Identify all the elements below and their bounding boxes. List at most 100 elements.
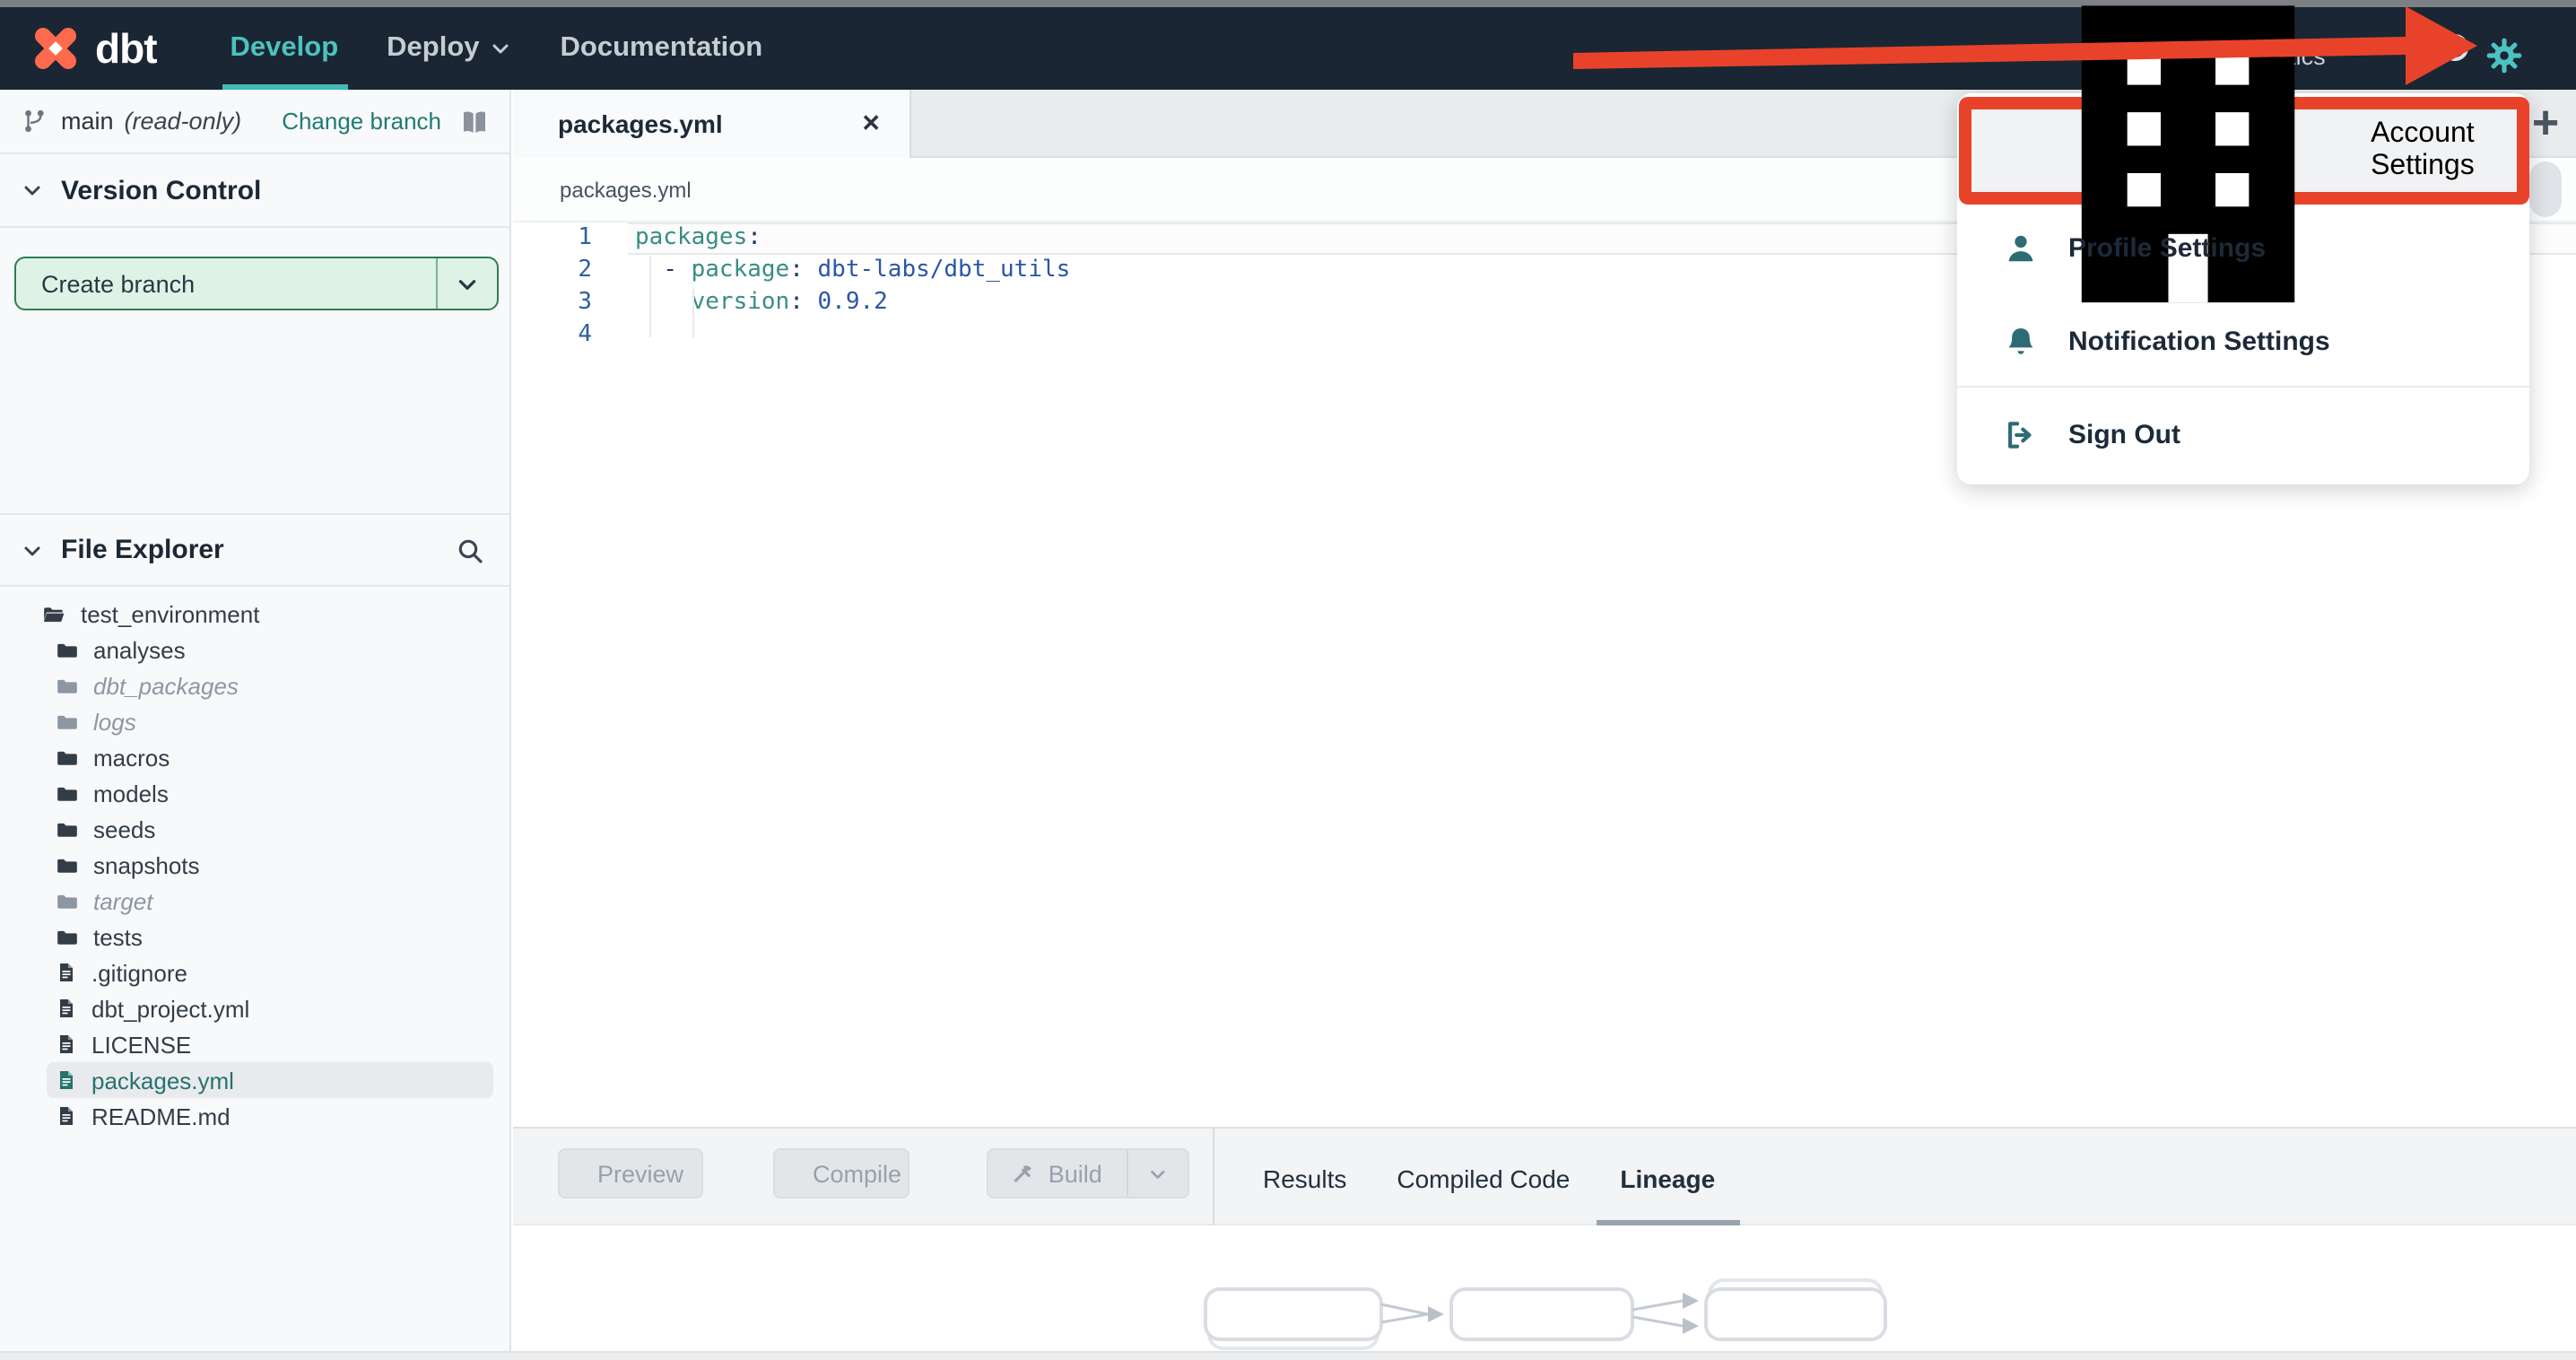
tree-item-label: README.md (91, 1103, 231, 1129)
branch-name: main (61, 108, 114, 135)
version-control-header[interactable]: Version Control (0, 154, 511, 228)
folder-icon (56, 781, 79, 805)
dbt-wordmark: dbt (95, 24, 158, 71)
change-branch-link[interactable]: Change branch (282, 108, 441, 135)
hammer-icon (1012, 1160, 1034, 1187)
dbt-cloud-ide: dbt DevelopDeployDocumentation dbt Labs … (0, 0, 2576, 1360)
git-branch-icon (22, 108, 48, 135)
chevron-down-icon (22, 539, 43, 561)
tree-item-target[interactable]: target (0, 883, 511, 919)
branch-bar: main (read-only) Change branch (0, 90, 511, 154)
create-branch-button[interactable]: Create branch (14, 257, 499, 310)
tree-item-label: logs (93, 708, 136, 735)
nav-item-label: Deploy (387, 32, 480, 63)
code-text: version: 0.9.2 (691, 289, 888, 316)
person-icon (2004, 231, 2038, 265)
line-number: 3 (578, 289, 592, 316)
tree-item-tests[interactable]: tests (0, 919, 511, 955)
bell-icon (2004, 324, 2038, 358)
folder-icon (56, 638, 79, 661)
chevron-down-icon[interactable] (1149, 1162, 1169, 1185)
compile-label: Compile (813, 1160, 902, 1187)
file-icon (56, 960, 77, 985)
line-number: 1 (578, 224, 592, 251)
indent-guide (692, 289, 694, 337)
active-nav-underline (222, 83, 348, 90)
menu-item-label: Notification Settings (2068, 326, 2330, 356)
menu-item-account-settings[interactable]: Account Settings (1959, 5, 2529, 303)
tree-item-label: tests (93, 923, 143, 950)
chevron-down-icon (22, 179, 43, 201)
compile-button[interactable]: Compile (773, 1148, 909, 1199)
file-explorer-title: File Explorer (61, 535, 224, 565)
tree-item-logs[interactable]: logs (0, 703, 511, 739)
line-number: 2 (578, 257, 592, 283)
close-icon[interactable]: ✕ (861, 109, 881, 138)
help-icon[interactable] (2441, 34, 2468, 61)
results-tab-results[interactable]: Results (1263, 1164, 1346, 1192)
tree-item-readme-md[interactable]: README.md (0, 1098, 511, 1134)
tree-item--gitignore[interactable]: .gitignore (0, 955, 511, 990)
tab-packages-yml[interactable]: packages.yml ✕ (513, 90, 911, 158)
file-icon (56, 996, 77, 1021)
docs-book-icon[interactable] (459, 107, 490, 135)
version-control-title: Version Control (61, 175, 262, 205)
tree-item-label: macros (93, 744, 170, 771)
file-icon (56, 1103, 77, 1129)
branch-mode: (read-only) (124, 108, 242, 135)
tree-item-label: packages.yml (91, 1067, 234, 1094)
tree-item-license[interactable]: LICENSE (0, 1026, 511, 1062)
scroll-indicator (2529, 161, 2562, 217)
menu-item-label: Sign Out (2068, 419, 2180, 449)
lineage-panel: No nodes selected! '+packages.yml+' does… (513, 1225, 2576, 1360)
folder-open-icon (41, 602, 66, 625)
preview-button[interactable]: Preview (558, 1148, 703, 1199)
panel-divider (1213, 1129, 1214, 1227)
dbt-logo[interactable]: dbt (29, 23, 158, 74)
nav-menu: Develop Deploy Documentation (231, 7, 763, 90)
tree-item-label: snapshots (93, 851, 200, 878)
menu-item-sign-out[interactable]: Sign Out (1957, 391, 2529, 477)
tree-item-dbt-project-yml[interactable]: dbt_project.yml (0, 990, 511, 1026)
lineage-placeholder-graph (1204, 1278, 1887, 1350)
folder-icon (56, 925, 79, 948)
chevron-down-icon[interactable] (456, 272, 479, 295)
tree-item-packages-yml[interactable]: packages.yml (47, 1062, 493, 1098)
menu-item-label: Account Settings (2371, 118, 2475, 181)
tree-item-label: .gitignore (91, 959, 187, 986)
tree-item-models[interactable]: models (0, 775, 511, 811)
folder-icon (56, 853, 79, 876)
nav-item-label: Develop (230, 32, 339, 63)
search-icon[interactable] (456, 536, 484, 564)
folder-icon (56, 745, 79, 769)
folder-icon (56, 710, 79, 733)
gear-icon[interactable] (2485, 36, 2524, 75)
nav-item-develop[interactable]: Develop (231, 7, 339, 90)
button-divider (1127, 1150, 1129, 1197)
indent-guide (649, 257, 651, 337)
user-settings-menu: Account Settings Profile Settings Notifica… (1957, 5, 2529, 484)
tree-item-label: LICENSE (91, 1031, 192, 1058)
tree-item-label: test_environment (81, 600, 260, 627)
tree-item-analyses[interactable]: analyses (0, 632, 511, 667)
tree-item-macros[interactable]: macros (0, 739, 511, 775)
button-divider (436, 258, 438, 309)
create-branch-label: Create branch (41, 270, 196, 297)
bottom-scrollbar-strip (0, 1351, 2576, 1360)
build-button[interactable]: Build (987, 1148, 1189, 1199)
tree-item-label: dbt_project.yml (91, 995, 250, 1022)
tree-item-snapshots[interactable]: snapshots (0, 847, 511, 883)
menu-divider (1957, 386, 2529, 388)
menu-item-notification-settings[interactable]: Notification Settings (1957, 301, 2529, 380)
nav-item-deploy[interactable]: Deploy (387, 7, 511, 90)
tree-item-test-environment[interactable]: test_environment (0, 596, 511, 632)
tree-item-seeds[interactable]: seeds (0, 811, 511, 847)
nav-item-documentation[interactable]: Documentation (561, 7, 763, 90)
results-tab-lineage[interactable]: Lineage (1620, 1164, 1715, 1192)
menu-item-profile-settings[interactable]: Profile Settings (1957, 208, 2529, 287)
folder-icon (56, 889, 79, 912)
tree-item-dbt-packages[interactable]: dbt_packages (0, 667, 511, 703)
file-explorer-header[interactable]: File Explorer (0, 513, 511, 587)
results-tab-compiled-code[interactable]: Compiled Code (1397, 1164, 1570, 1192)
tree-item-label: models (93, 780, 169, 806)
